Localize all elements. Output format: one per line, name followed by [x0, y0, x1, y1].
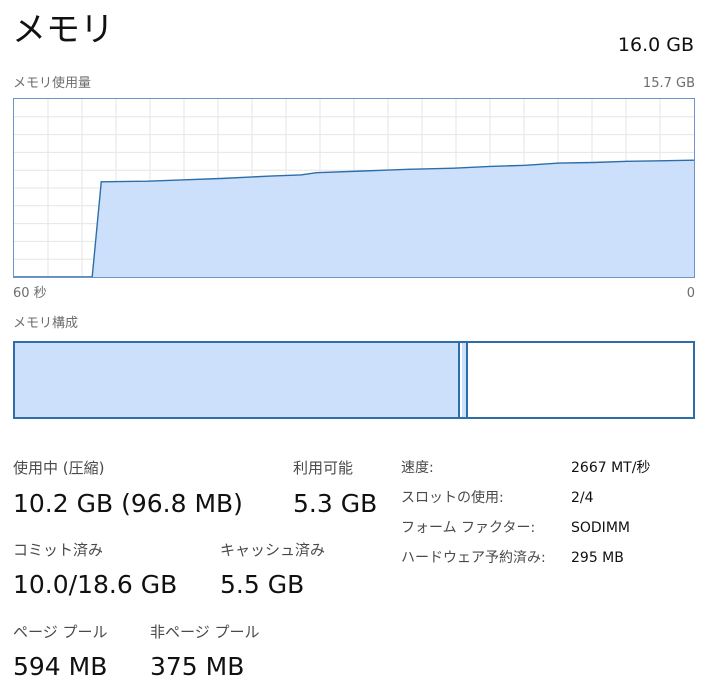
usage-data-point: [626, 160, 628, 162]
usage-data-point: [407, 168, 409, 170]
usage-data-point: [269, 175, 271, 177]
usage-data-point: [592, 161, 594, 164]
usage-data-point: [659, 160, 661, 162]
paged-pool-value: 594 MB: [13, 652, 108, 681]
in-use-value: 10.2 GB (96.8 MB): [13, 489, 243, 518]
property-slots-value: 2/4: [571, 490, 594, 506]
in-use-label: 使用中 (圧縮): [13, 459, 105, 477]
nonpaged-pool-label: 非ページ プール: [150, 623, 260, 641]
usage-data-point: [177, 179, 179, 181]
property-form-factor-key: フォーム ファクター:: [401, 520, 536, 536]
property-form-factor-value: SODIMM: [571, 520, 630, 536]
usage-data-point: [362, 170, 364, 172]
nonpaged-pool-value: 375 MB: [150, 652, 245, 681]
memory-usage-chart: [14, 99, 694, 277]
available-label: 利用可能: [293, 459, 354, 477]
usage-data-point: [316, 172, 318, 174]
graph-x-right-label: 0: [686, 286, 695, 301]
composition-label: メモリ構成: [13, 316, 79, 331]
composition-in-use-segment[interactable]: [15, 343, 460, 417]
usage-data-point: [558, 162, 560, 164]
available-value: 5.3 GB: [293, 489, 378, 518]
memory-composition-bar: [13, 341, 695, 419]
usage-graph-label: メモリ使用量: [13, 76, 92, 91]
cached-label: キャッシュ済み: [220, 541, 326, 559]
composition-modified-segment[interactable]: [462, 343, 468, 417]
total-memory: 16.0 GB: [617, 34, 694, 56]
graph-x-left-label: 60 秒: [13, 286, 47, 301]
property-hardware-reserved-value: 295 MB: [571, 550, 624, 566]
usage-data-point: [147, 180, 149, 182]
cached-value: 5.5 GB: [220, 570, 305, 599]
usage-data-point: [300, 174, 302, 176]
usage-data-point: [453, 167, 455, 169]
paged-pool-label: ページ プール: [13, 623, 108, 641]
usage-data-point: [524, 164, 526, 166]
page-title: メモリ: [12, 10, 114, 50]
memory-usage-graph: [13, 98, 695, 278]
usage-graph-max: 15.7 GB: [642, 76, 695, 91]
property-hardware-reserved-key: ハードウェア予約済み:: [401, 550, 546, 566]
usage-data-point: [100, 181, 102, 183]
property-speed-key: 速度:: [401, 460, 434, 476]
committed-label: コミット済み: [13, 541, 104, 559]
committed-value: 10.0/18.6 GB: [13, 570, 178, 599]
property-slots-key: スロットの使用:: [401, 490, 504, 506]
usage-data-point: [223, 177, 225, 179]
composition-free-segment[interactable]: [470, 343, 693, 417]
property-speed-value: 2667 MT/秒: [571, 460, 651, 476]
usage-data-point: [489, 165, 491, 168]
